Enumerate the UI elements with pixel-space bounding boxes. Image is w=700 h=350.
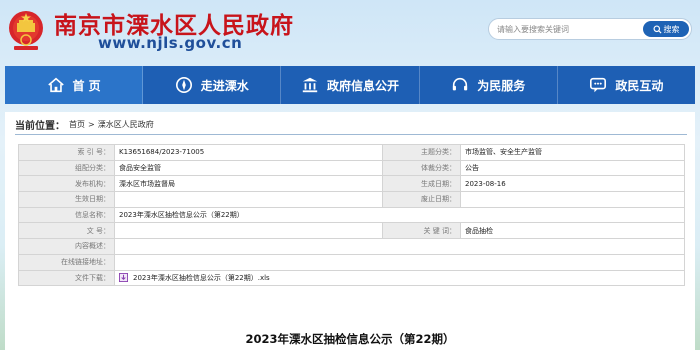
- download-file-icon: [119, 273, 128, 283]
- publisher-label: 发布机构：: [18, 175, 115, 193]
- genre-value: 公告: [460, 159, 685, 177]
- table-row: 发布机构： 溧水区市场监督局 生成日期： 2023-08-16: [18, 175, 685, 193]
- attachment-label: 文件下载：: [18, 269, 115, 287]
- effective-date-label: 生效日期：: [18, 191, 115, 208]
- keywords-value: 食品抽检: [460, 222, 685, 240]
- breadcrumb: 当前位置： 首页 > 溧水区人民政府: [15, 116, 154, 132]
- keywords-label: 关 键 词：: [382, 222, 461, 240]
- table-row: 在线链接地址：: [18, 253, 685, 271]
- nav-item-label: 首 页: [72, 78, 101, 93]
- nav-item-home[interactable]: 首 页: [5, 66, 144, 104]
- chat-icon: [590, 77, 607, 93]
- nav-item-public-service[interactable]: 为民服务: [420, 66, 558, 104]
- info-name-value: 2023年溧水区抽检信息公示（第22期）: [114, 206, 685, 224]
- nav-item-label: 政民互动: [615, 78, 664, 93]
- compass-icon: [175, 76, 192, 94]
- table-row: 组配分类： 食品安全监管 体裁分类： 公告: [18, 159, 685, 177]
- index-no-label: 索 引 号：: [18, 144, 115, 161]
- created-date-label: 生成日期：: [382, 175, 461, 193]
- table-row: 文件下载： 2023年溧水区抽检信息公示（第22期）.xls: [18, 269, 685, 287]
- topic-label: 主题分类：: [382, 144, 461, 161]
- nav-item-label: 为民服务: [477, 78, 526, 93]
- content-panel: 当前位置： 首页 > 溧水区人民政府 索 引 号： K13651684/2023…: [5, 112, 695, 350]
- org-category-label: 组配分类：: [18, 159, 115, 177]
- publisher-value: 溧水区市场监督局: [114, 175, 383, 193]
- headset-icon: [453, 77, 468, 91]
- site-url: www.njls.gov.cn: [98, 34, 243, 52]
- genre-label: 体裁分类：: [382, 159, 461, 177]
- topic-value: 市场监管、安全生产监管: [460, 144, 685, 161]
- info-metadata-table: 索 引 号： K13651684/2023-71005 主题分类： 市场监管、安…: [18, 144, 685, 287]
- info-name-label: 信息名称：: [18, 206, 115, 224]
- site-header: 南京市溧水区人民政府 www.njls.gov.cn 搜索: [0, 0, 700, 64]
- nav-item-label: 政府信息公开: [327, 78, 400, 93]
- nav-item-about-lishui[interactable]: 走进溧水: [143, 66, 282, 104]
- breadcrumb-link-district[interactable]: 溧水区人民政府: [98, 119, 154, 130]
- search-icon: [652, 24, 662, 34]
- summary-label: 内容概述：: [18, 238, 115, 255]
- online-link-label: 在线链接地址：: [18, 253, 115, 271]
- nav-item-interaction[interactable]: 政民互动: [558, 66, 695, 104]
- breadcrumb-divider: [15, 134, 687, 135]
- online-link-value: [114, 253, 685, 271]
- breadcrumb-separator: >: [88, 119, 95, 129]
- table-row: 索 引 号： K13651684/2023-71005 主题分类： 市场监管、安…: [18, 144, 685, 161]
- building-icon: [302, 77, 318, 93]
- abolish-date-label: 废止日期：: [382, 191, 461, 208]
- search-button[interactable]: 搜索: [643, 21, 689, 37]
- search-button-label: 搜索: [663, 24, 680, 34]
- attachment-cell: 2023年溧水区抽检信息公示（第22期）.xls: [114, 269, 685, 287]
- breadcrumb-label: 当前位置：: [15, 120, 65, 132]
- search-box: 搜索: [488, 18, 692, 40]
- doc-no-value: [114, 222, 383, 240]
- table-row: 生效日期： 废止日期：: [18, 191, 685, 208]
- table-row: 文 号： 关 键 词： 食品抽检: [18, 222, 685, 240]
- doc-no-label: 文 号：: [18, 222, 115, 240]
- search-input[interactable]: [497, 21, 637, 37]
- home-icon: [47, 77, 64, 93]
- national-emblem-icon: [9, 11, 43, 50]
- abolish-date-value: [460, 191, 685, 208]
- org-category-value: 食品安全监管: [114, 159, 383, 177]
- main-nav: 首 页 走进溧水 政府信息公开 为民服务 政民互动: [5, 66, 695, 104]
- index-no-value: K13651684/2023-71005: [114, 144, 383, 161]
- created-date-value: 2023-08-16: [460, 175, 685, 193]
- nav-item-label: 走进溧水: [200, 78, 249, 93]
- nav-item-gov-info[interactable]: 政府信息公开: [281, 66, 420, 104]
- breadcrumb-link-home[interactable]: 首页: [69, 119, 85, 130]
- table-row: 内容概述：: [18, 238, 685, 255]
- table-row: 信息名称： 2023年溧水区抽检信息公示（第22期）: [18, 206, 685, 224]
- summary-value: [114, 238, 685, 255]
- effective-date-value: [114, 191, 383, 208]
- document-title: 2023年溧水区抽检信息公示（第22期）: [245, 332, 455, 346]
- attachment-link[interactable]: 2023年溧水区抽检信息公示（第22期）.xls: [133, 274, 270, 282]
